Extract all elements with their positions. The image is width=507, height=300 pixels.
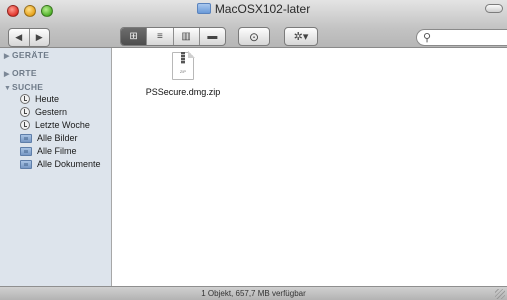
action-menu-button[interactable]: ✲▾ <box>284 27 318 46</box>
sidebar-section-orte[interactable]: ▶ ORTE <box>4 68 37 78</box>
zip-file-icon: ZIP <box>172 51 195 80</box>
window-toolbar: MacOSX102-later ◀ ▶ ⊞ ≡ ▥ ▬ ⊙ ✲▾ ⚲ <box>0 0 507 48</box>
file-browser-area[interactable]: ZIP PSSecure.dmg.zip <box>113 48 507 286</box>
sidebar-item-alle-dokumente[interactable]: Alle Dokumente <box>20 159 101 169</box>
sidebar-item-gestern[interactable]: Gestern <box>20 107 67 117</box>
icon-view-button[interactable]: ⊞ <box>121 28 147 45</box>
back-forward-control: ◀ ▶ <box>8 28 50 47</box>
folder-icon <box>196 3 211 14</box>
file-name-label: PSSecure.dmg.zip <box>145 87 221 97</box>
search-input[interactable] <box>435 31 505 45</box>
view-mode-control: ⊞ ≡ ▥ ▬ <box>120 27 226 46</box>
forward-arrow-icon[interactable]: ▶ <box>28 29 50 46</box>
resize-handle-icon[interactable] <box>495 289 505 299</box>
back-arrow-icon[interactable]: ◀ <box>9 29 29 46</box>
smart-folder-icon <box>20 159 32 169</box>
status-bar: 1 Objekt, 657,7 MB verfügbar <box>0 286 507 300</box>
toolbar-toggle-button[interactable] <box>485 4 503 13</box>
coverflow-view-button[interactable]: ▬ <box>198 28 225 45</box>
clock-icon <box>20 94 30 104</box>
search-field[interactable]: ⚲ <box>416 29 507 46</box>
window-title-text: MacOSX102-later <box>214 2 311 16</box>
gear-icon: ✲▾ <box>293 31 309 43</box>
quicklook-button[interactable]: ⊙ <box>238 27 270 46</box>
eye-icon: ⊙ <box>248 29 260 44</box>
clock-icon <box>20 107 30 117</box>
clock-icon <box>20 120 30 130</box>
disclosure-right-icon: ▶ <box>4 71 10 78</box>
search-icon: ⚲ <box>423 32 432 44</box>
smart-folder-icon <box>20 146 32 156</box>
disclosure-down-icon: ▼ <box>4 85 12 92</box>
status-text: 1 Objekt, 657,7 MB verfügbar <box>201 289 306 298</box>
sidebar-item-heute[interactable]: Heute <box>20 94 59 104</box>
sidebar-item-alle-filme[interactable]: Alle Filme <box>20 146 77 156</box>
sidebar: ▶ GERÄTE ▶ ORTE ▼SUCHE Heute Gestern Letzt… <box>0 48 112 286</box>
smart-folder-icon <box>20 133 32 143</box>
disclosure-right-icon: ▶ <box>4 53 10 60</box>
sidebar-item-letzte-woche[interactable]: Letzte Woche <box>20 120 90 130</box>
sidebar-section-suche[interactable]: ▼SUCHE <box>4 82 43 92</box>
sidebar-item-alle-bilder[interactable]: Alle Bilder <box>20 133 78 143</box>
window-title: MacOSX102-later <box>0 2 507 16</box>
column-view-button[interactable]: ▥ <box>172 28 199 45</box>
file-item[interactable]: ZIP PSSecure.dmg.zip <box>133 51 233 97</box>
sidebar-section-geraete[interactable]: ▶ GERÄTE <box>4 50 49 60</box>
list-view-button[interactable]: ≡ <box>146 28 172 45</box>
